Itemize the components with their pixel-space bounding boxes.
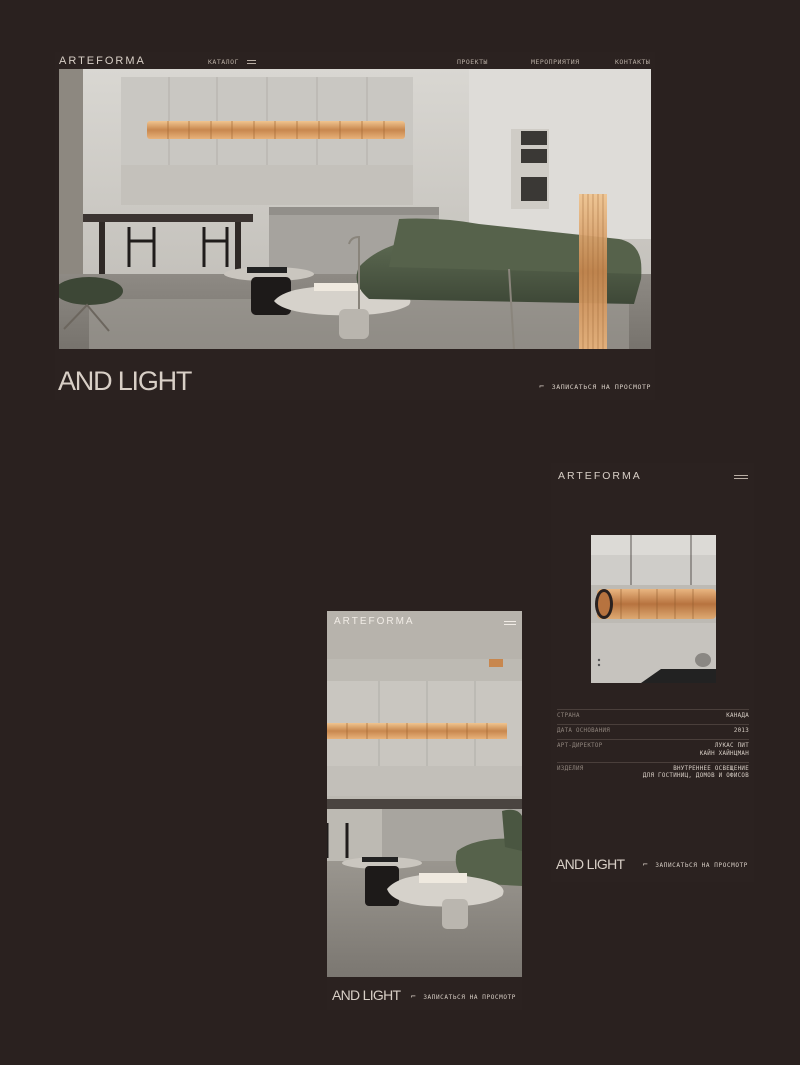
headline: AND LIGHT (58, 366, 192, 396)
nav-events[interactable]: МЕРОПРИЯТИЯ (531, 58, 580, 66)
spec-row-founded: ДАТА ОСНОВАНИЯ 2013 (557, 724, 749, 739)
cta-label: ЗАПИСАТЬСЯ НА ПРОСМОТР (551, 383, 651, 391)
cta-label: ЗАПИСАТЬСЯ НА ПРОСМОТР (655, 862, 748, 869)
spec-value: КАНАДА (726, 713, 749, 719)
headline: AND LIGHT (332, 987, 401, 1003)
mobile-hero-image (327, 611, 522, 977)
nav-catalog-label: КАТАЛОГ (208, 58, 239, 66)
desktop-header: ARTEFORMA КАТАЛОГ ПРОЕКТЫ МЕРОПРИЯТИЯ КО… (55, 52, 655, 69)
nav-contacts[interactable]: КОНТАКТЫ (615, 58, 650, 66)
spec-label: ИЗДЕЛИЯ (557, 765, 584, 772)
cta-book-viewing[interactable]: ⌐ ЗАПИСАТЬСЯ НА ПРОСМОТР (411, 992, 516, 1001)
nav-projects[interactable]: ПРОЕКТЫ (457, 58, 488, 66)
nav-catalog[interactable]: КАТАЛОГ (208, 58, 257, 66)
brand-logo[interactable]: ARTEFORMA (558, 470, 642, 482)
spec-label: ДАТА ОСНОВАНИЯ (557, 728, 611, 735)
spec-label: СТРАНА (557, 713, 580, 719)
mobile-home-mockup: ARTEFORMA AND LIGHT ⌐ ЗАПИСАТЬСЯ НА ПРОСМ… (327, 611, 522, 1010)
brand-logo[interactable]: ARTEFORMA (334, 616, 415, 627)
menu-icon[interactable] (734, 473, 748, 481)
menu-icon (247, 59, 257, 66)
headline: AND LIGHT (556, 856, 625, 872)
spec-label: АРТ-ДИРЕКТОР (557, 743, 603, 750)
spec-row-art-director: АРТ-ДИРЕКТОР ЛУКАС ПИТ КАЙН ХАЙНЦМАН (557, 739, 749, 761)
cta-book-viewing[interactable]: ⌐ ЗАПИСАТЬСЯ НА ПРОСМОТР (643, 860, 748, 869)
spec-value: ЛУКАС ПИТ КАЙН ХАЙНЦМАН (699, 743, 749, 757)
menu-icon[interactable] (504, 619, 516, 627)
hero-image (59, 69, 651, 349)
desktop-mockup: ARTEFORMA КАТАЛОГ ПРОЕКТЫ МЕРОПРИЯТИЯ КО… (55, 52, 655, 400)
arrow-corner-icon: ⌐ (410, 992, 417, 1001)
cta-book-viewing[interactable]: ⌐ ЗАПИСАТЬСЯ НА ПРОСМОТР (539, 382, 651, 391)
arrow-corner-icon: ⌐ (642, 860, 649, 869)
spec-row-products: ИЗДЕЛИЯ ВНУТРЕННЕЕ ОСВЕЩЕНИЕ ДЛЯ ГОСТИНИ… (557, 761, 749, 784)
product-photo (591, 535, 716, 683)
brand-logo[interactable]: ARTEFORMA (59, 55, 146, 67)
spec-value: ВНУТРЕННЕЕ ОСВЕЩЕНИЕ ДЛЯ ГОСТИНИЦ, ДОМОВ… (642, 765, 749, 780)
spec-row-country: СТРАНА КАНАДА (557, 709, 749, 724)
spec-list: СТРАНА КАНАДА ДАТА ОСНОВАНИЯ 2013 АРТ-ДИ… (557, 709, 749, 784)
mobile-detail-mockup: ARTEFORMA СТРАНА КАНАДА ДАТА ОСНОВАНИЯ 2… (551, 463, 754, 882)
cta-label: ЗАПИСАТЬСЯ НА ПРОСМОТР (423, 994, 516, 1001)
spec-value: 2013 (733, 728, 749, 735)
arrow-corner-icon: ⌐ (539, 382, 545, 391)
